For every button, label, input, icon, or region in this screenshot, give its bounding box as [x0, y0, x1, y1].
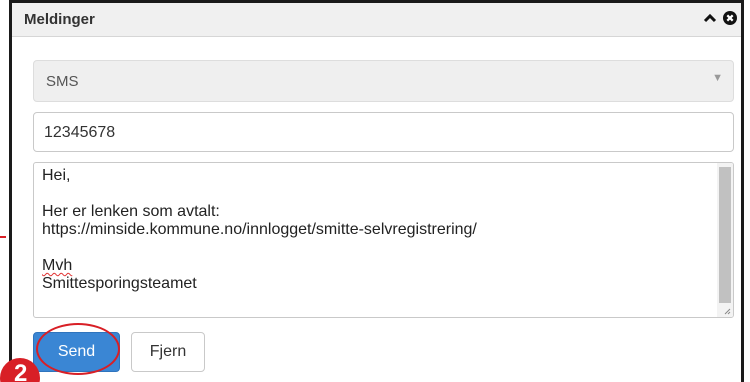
phone-number-value: 12345678	[44, 124, 116, 141]
message-line: https://minside.kommune.no/innlogget/smi…	[42, 221, 477, 238]
message-textarea[interactable]: Hei, Her er lenken som avtalt: https://m…	[33, 162, 734, 318]
chevron-up-icon[interactable]	[702, 10, 718, 26]
scrollbar-thumb[interactable]	[719, 167, 731, 303]
send-highlight-ring	[36, 323, 120, 375]
caret-down-icon: ▼	[712, 72, 723, 84]
panel-header: Meldinger	[12, 3, 741, 37]
message-line	[42, 185, 477, 203]
remove-button[interactable]: Fjern	[131, 332, 205, 372]
message-scrollbar[interactable]	[717, 163, 733, 317]
panel-title: Meldinger	[24, 11, 95, 28]
screen: Meldinger SMS ▼ 12345678 Hei, Her er len…	[0, 0, 750, 382]
message-body: Hei, Her er lenken som avtalt: https://m…	[42, 167, 477, 293]
annotation-marker	[0, 236, 6, 238]
resize-handle-icon[interactable]	[723, 307, 731, 315]
message-line	[42, 239, 477, 257]
message-line: Smittesporingsteamet	[42, 275, 197, 292]
messages-panel: Meldinger SMS ▼ 12345678 Hei, Her er len…	[9, 0, 744, 382]
message-line: Mvh	[42, 257, 73, 274]
message-line: Hei,	[42, 167, 71, 184]
channel-select[interactable]: SMS ▼	[33, 60, 734, 102]
channel-select-value: SMS	[46, 73, 79, 90]
close-circle-icon[interactable]	[722, 10, 738, 26]
step-badge-number: 2	[14, 360, 28, 382]
message-line: Her er lenken som avtalt:	[42, 203, 220, 220]
phone-number-input[interactable]: 12345678	[33, 112, 734, 152]
